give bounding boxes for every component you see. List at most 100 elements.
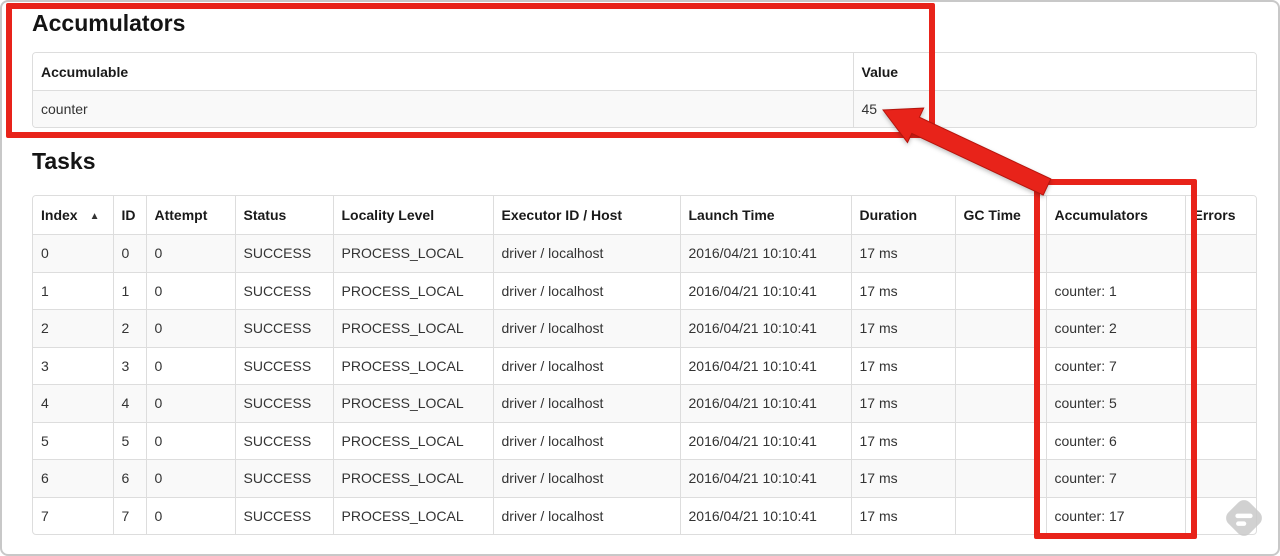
column-header-label: Locality Level	[341, 207, 435, 223]
gc-time-cell	[954, 234, 1046, 272]
index-cell: 1	[41, 282, 49, 299]
column-header-label: Status	[243, 207, 287, 223]
status-cell: SUCCESS	[234, 272, 333, 310]
duration-cell: 17 ms	[850, 384, 955, 422]
index-cell: 6	[33, 459, 113, 497]
errors-cell	[1184, 384, 1256, 422]
task-row: 7 7 0 SUCCESS PROCESS_LOCAL driver / localhos…	[33, 497, 1256, 534]
task-row: 3 3 0 SUCCESS PROCESS_LOCAL driver / localhos…	[33, 347, 1256, 385]
duration-cell: 17 ms	[850, 272, 955, 310]
attempt-cell: 0	[145, 347, 235, 385]
gc-time-cell	[954, 497, 1046, 534]
executor-id-host-cell: driver / localhost	[492, 459, 680, 497]
locality-level-cell: PROCESS_LOCAL	[332, 272, 493, 310]
errors-cell	[1184, 309, 1256, 347]
executor-id-host-cell: driver / localhost	[492, 309, 680, 347]
attempt-cell: 0	[145, 309, 235, 347]
accumulable-name-cell: counter	[33, 90, 853, 127]
status-cell: SUCCESS	[234, 347, 333, 385]
duration-cell: 17 ms	[850, 234, 955, 272]
column-header-label: Errors	[1193, 207, 1236, 223]
column-header-label: Executor ID / Host	[501, 207, 623, 223]
index-cell: 3	[41, 357, 49, 374]
id-cell: 4	[112, 384, 146, 422]
accumulators-table: Accumulable Value counter 45	[32, 52, 1257, 128]
column-header-label: Duration	[859, 207, 918, 223]
status-cell: SUCCESS	[234, 309, 333, 347]
gc-time-cell	[954, 384, 1046, 422]
status-cell: SUCCESS	[234, 422, 333, 460]
sort-ascending-icon: ▲	[89, 211, 100, 222]
gc-time-cell	[954, 309, 1046, 347]
launch-time-cell: 2016/04/21 10:10:41	[679, 234, 851, 272]
executor-id-host-cell: driver / localhost	[492, 422, 680, 460]
locality-level-cell: PROCESS_LOCAL	[332, 459, 493, 497]
column-header-errors[interactable]: Errors	[1184, 196, 1256, 235]
launch-time-cell: 2016/04/21 10:10:41	[679, 497, 851, 534]
duration-cell: 17 ms	[850, 309, 955, 347]
column-header-duration[interactable]: Duration	[850, 196, 955, 235]
status-cell: SUCCESS	[234, 459, 333, 497]
task-row: 4 4 0 SUCCESS PROCESS_LOCAL driver / localhos…	[33, 384, 1256, 422]
column-header-label: ID	[121, 207, 136, 223]
value-column-header: Value	[852, 53, 1256, 91]
column-header-attempt[interactable]: Attempt	[145, 196, 235, 235]
index-cell: 5	[41, 432, 49, 449]
task-row: 5 5 0 SUCCESS PROCESS_LOCAL driver / localhos…	[33, 422, 1256, 460]
id-cell: 3	[112, 347, 146, 385]
column-header-id[interactable]: ID	[112, 196, 146, 235]
column-header-label: Accumulators	[1054, 207, 1148, 223]
id-cell: 5	[112, 422, 146, 460]
column-header-index[interactable]: Index ▲	[33, 196, 113, 235]
locality-level-cell: PROCESS_LOCAL	[332, 309, 493, 347]
executor-id-host-cell: driver / localhost	[492, 272, 680, 310]
accumulators-section-heading: Accumulators	[32, 10, 186, 36]
attempt-cell: 0	[145, 272, 235, 310]
column-header-gc-time[interactable]: GC Time	[954, 196, 1046, 235]
errors-cell	[1184, 497, 1256, 534]
executor-id-host-cell: driver / localhost	[492, 347, 680, 385]
accumulator-row: counter 45	[33, 90, 1256, 127]
errors-cell	[1184, 459, 1256, 497]
duration-cell: 17 ms	[850, 422, 955, 460]
launch-time-cell: 2016/04/21 10:10:41	[679, 422, 851, 460]
executor-id-host-cell: driver / localhost	[492, 384, 680, 422]
column-header-launch-time[interactable]: Launch Time	[679, 196, 851, 235]
duration-cell: 17 ms	[850, 347, 955, 385]
status-cell: SUCCESS	[234, 234, 333, 272]
errors-cell	[1184, 272, 1256, 310]
task-row: 2 2 0 SUCCESS PROCESS_LOCAL driver / localhos…	[33, 309, 1256, 347]
accumulators-cell	[1045, 234, 1185, 272]
attempt-cell: 0	[145, 497, 235, 534]
index-cell: 4	[33, 384, 113, 422]
column-header-locality-level[interactable]: Locality Level	[332, 196, 493, 235]
launch-time-cell: 2016/04/21 10:10:41	[679, 459, 851, 497]
accumulators-cell: counter: 6	[1045, 422, 1185, 460]
column-header-label: Attempt	[154, 207, 208, 223]
task-row: 1 1 0 SUCCESS PROCESS_LOCAL driver / localhos…	[33, 272, 1256, 310]
column-header-accumulators[interactable]: Accumulators	[1045, 196, 1185, 235]
column-header-label: Index	[41, 207, 78, 223]
attempt-cell: 0	[145, 422, 235, 460]
attempt-cell: 0	[145, 459, 235, 497]
locality-level-cell: PROCESS_LOCAL	[332, 497, 493, 534]
executor-id-host-cell: driver / localhost	[492, 234, 680, 272]
id-cell: 1	[112, 272, 146, 310]
errors-cell	[1184, 234, 1256, 272]
accumulators-table-header-row: Accumulable Value	[33, 53, 1256, 91]
id-cell: 2	[112, 309, 146, 347]
tasks-table: Index ▲ ID Attempt Status Locality Level Execu…	[32, 195, 1257, 535]
column-header-status[interactable]: Status	[234, 196, 333, 235]
locality-level-cell: PROCESS_LOCAL	[332, 384, 493, 422]
id-cell: 6	[112, 459, 146, 497]
launch-time-cell: 2016/04/21 10:10:41	[679, 347, 851, 385]
locality-level-cell: PROCESS_LOCAL	[332, 347, 493, 385]
gc-time-cell	[954, 272, 1046, 310]
accumulators-cell: counter: 7	[1045, 459, 1185, 497]
column-header-executor-id-host[interactable]: Executor ID / Host	[492, 196, 680, 235]
accumulable-value-cell: 45	[852, 90, 1256, 127]
duration-cell: 17 ms	[850, 459, 955, 497]
id-cell: 7	[112, 497, 146, 534]
executor-id-host-cell: driver / localhost	[492, 497, 680, 534]
gc-time-cell	[954, 347, 1046, 385]
